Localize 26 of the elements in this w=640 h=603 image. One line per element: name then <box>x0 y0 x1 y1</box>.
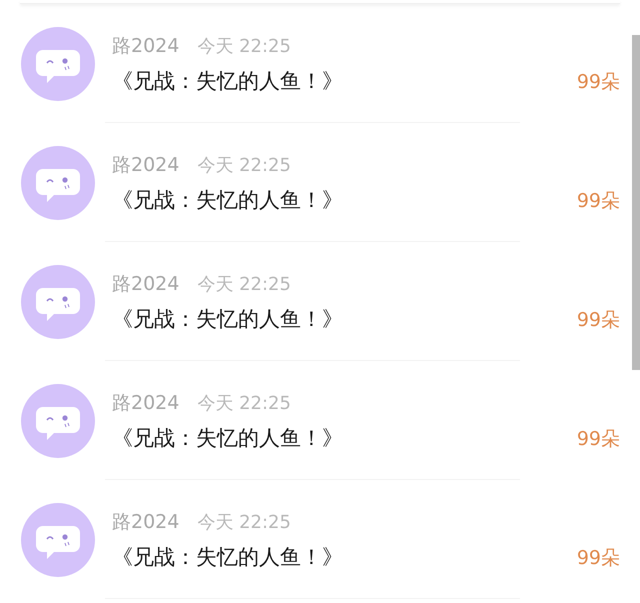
avatar-icon <box>21 264 95 338</box>
gift-count: 99朵 <box>576 70 620 94</box>
book-title: 《兄战：失忆的人鱼！》 <box>112 186 344 214</box>
user-name: 路2024 <box>112 272 180 296</box>
timestamp: 今天 22:25 <box>197 392 291 414</box>
avatar-icon <box>21 146 95 220</box>
user-name: 路2024 <box>112 510 180 534</box>
gift-count: 99朵 <box>576 188 620 214</box>
avatar-icon <box>21 384 95 458</box>
gift-count: 99朵 <box>576 546 620 570</box>
timestamp: 今天 22:25 <box>197 272 291 296</box>
timestamp: 今天 22:25 <box>197 510 291 534</box>
avatar-icon <box>21 26 95 100</box>
book-title: 《兄战：失忆的人鱼！》 <box>112 544 344 570</box>
gift-count: 99朵 <box>576 308 620 332</box>
scrollbar[interactable] <box>632 35 640 370</box>
gift-count: 99朵 <box>576 426 620 452</box>
user-name: 路2024 <box>112 152 180 178</box>
timestamp: 今天 22:25 <box>197 34 291 58</box>
book-title: 《兄战：失忆的人鱼！》 <box>112 68 344 94</box>
avatar-icon <box>21 502 95 576</box>
timestamp: 今天 22:25 <box>197 154 291 176</box>
user-name: 路2024 <box>112 390 180 416</box>
user-name: 路2024 <box>112 34 180 58</box>
book-title: 《兄战：失忆的人鱼！》 <box>112 306 344 332</box>
book-title: 《兄战：失忆的人鱼！》 <box>112 424 344 452</box>
